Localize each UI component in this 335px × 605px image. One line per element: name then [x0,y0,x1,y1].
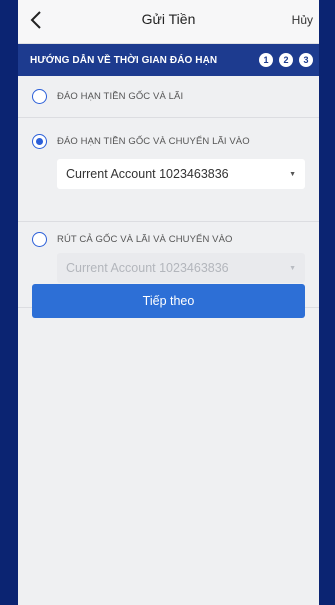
top-bar: Gửi Tiền Hủy [18,0,319,44]
app-screen: Gửi Tiền Hủy HƯỚNG DẪN VỀ THỜI GIAN ĐÁO … [18,0,319,605]
step-3: 3 [299,53,313,67]
option-row[interactable]: RÚT CẢ GỐC VÀ LÃI VÀ CHUYỂN VÀO [32,232,305,247]
step-2: 2 [279,53,293,67]
dropdown-caret-icon: ▼ [289,264,296,272]
dropdown-caret-icon: ▼ [289,170,296,178]
option-principal-transfer-interest[interactable]: ĐÁO HẠN TIỀN GỐC VÀ CHUYỂN LÃI VÀO Curre… [18,118,319,222]
option-label: RÚT CẢ GỐC VÀ LÃI VÀ CHUYỂN VÀO [57,234,233,245]
radio-button[interactable] [32,89,47,104]
account-select-value: Current Account 1023463836 [66,167,229,181]
page-title: Gửi Tiền [141,11,196,27]
option-label: ĐÁO HẠN TIỀN GỐC VÀ CHUYỂN LÃI VÀO [57,136,250,147]
option-row[interactable]: ĐÁO HẠN TIỀN GỐC VÀ CHUYỂN LÃI VÀO [32,134,305,149]
guide-title: HƯỚNG DẪN VỀ THỜI GIAN ĐÁO HẠN [30,54,218,66]
radio-button[interactable] [32,232,47,247]
cancel-button[interactable]: Hủy [292,13,313,27]
option-label: ĐÁO HẠN TIỀN GỐC VÀ LÃI [57,91,184,102]
account-select-value: Current Account 1023463836 [66,261,229,275]
maturity-guide-bar[interactable]: HƯỚNG DẪN VỀ THỜI GIAN ĐÁO HẠN 1 2 3 [18,44,319,76]
radio-button-checked[interactable] [32,134,47,149]
option-principal-and-interest[interactable]: ĐÁO HẠN TIỀN GỐC VÀ LÃI [18,76,319,118]
option-row[interactable]: ĐÁO HẠN TIỀN GỐC VÀ LÃI [32,89,183,104]
account-select-disabled: Current Account 1023463836 ▼ [57,253,305,283]
step-indicator: 1 2 3 [259,53,313,67]
account-select[interactable]: Current Account 1023463836 ▼ [57,159,305,189]
step-1: 1 [259,53,273,67]
next-button[interactable]: Tiếp theo [32,284,305,318]
